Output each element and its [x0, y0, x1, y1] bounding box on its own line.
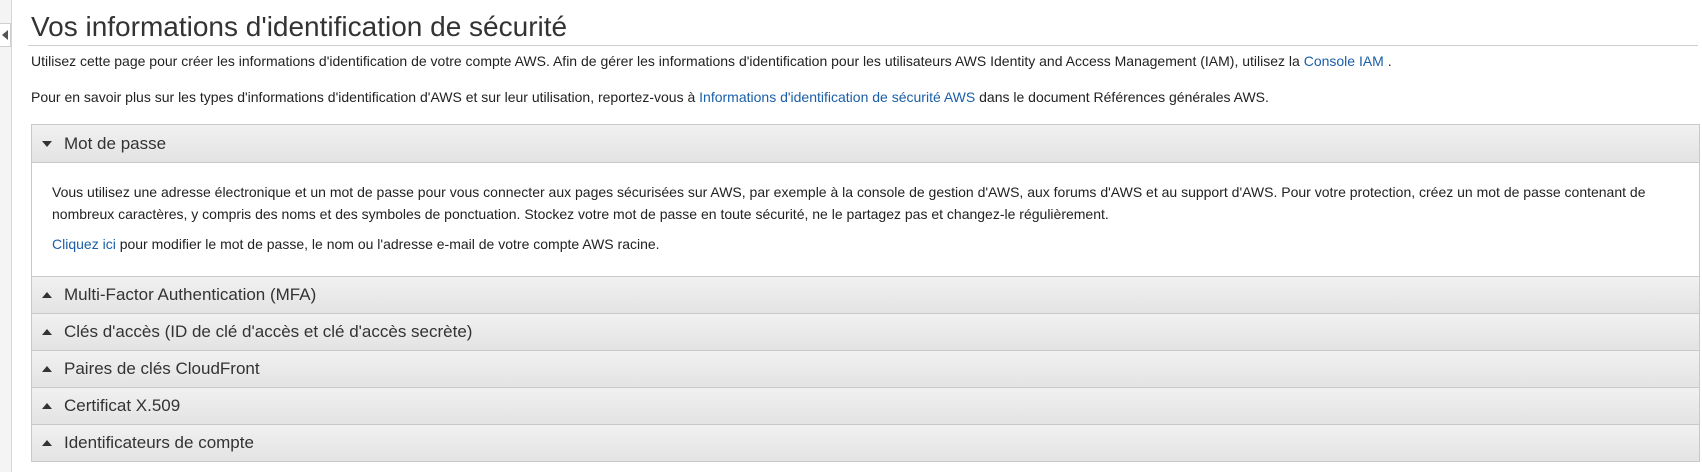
- section-label: Identificateurs de compte: [64, 433, 254, 452]
- password-change-text: pour modifier le mot de passe, le nom ou…: [115, 236, 660, 252]
- credentials-accordion: Mot de passe Vous utilisez une adresse é…: [31, 124, 1700, 462]
- console-iam-link[interactable]: Console IAM: [1304, 53, 1384, 69]
- caret-up-icon: [42, 437, 58, 449]
- section-header-password[interactable]: Mot de passe: [32, 125, 1699, 162]
- section-label: Mot de passe: [64, 133, 167, 153]
- section-header-x509[interactable]: Certificat X.509: [32, 387, 1699, 424]
- intro-2-text: Pour en savoir plus sur les types d'info…: [31, 89, 700, 105]
- section-header-access-keys[interactable]: Clés d'accès (ID de clé d'accès et clé d…: [32, 313, 1699, 350]
- section-label: Paires de clés CloudFront: [64, 359, 260, 378]
- intro-paragraph-1: Utilisez cette page pour créer les infor…: [31, 52, 1392, 70]
- section-label: Certificat X.509: [64, 396, 181, 415]
- caret-up-icon: [42, 363, 58, 375]
- section-label: Clés d'accès (ID de clé d'accès et clé d…: [64, 322, 473, 341]
- caret-up-icon: [42, 326, 58, 338]
- main-content: Vos informations d'identification de séc…: [28, 0, 1701, 462]
- section-body-password: Vous utilisez une adresse électronique e…: [32, 162, 1699, 276]
- intro-1-text: Utilisez cette page pour créer les infor…: [31, 53, 1304, 69]
- left-nav-strip: [0, 0, 12, 472]
- intro-paragraph-2: Pour en savoir plus sur les types d'info…: [31, 88, 1269, 106]
- caret-up-icon: [42, 289, 58, 301]
- intro-2-after: dans le document Références générales AW…: [975, 89, 1269, 105]
- section-header-account-ids[interactable]: Identificateurs de compte: [32, 424, 1699, 461]
- intro-1-after: .: [1383, 53, 1392, 69]
- page-title: Vos informations d'identification de séc…: [31, 11, 568, 42]
- collapse-sidebar-button[interactable]: [0, 23, 11, 47]
- caret-up-icon: [42, 400, 58, 412]
- security-credentials-link[interactable]: Informations d'identification de sécurit…: [699, 89, 975, 105]
- password-description: Vous utilisez une adresse électronique e…: [52, 184, 1646, 222]
- caret-down-icon: [42, 138, 58, 150]
- password-change-line: Cliquez ici pour modifier le mot de pass…: [52, 233, 1679, 255]
- triangle-left-icon: [2, 30, 8, 40]
- section-label: Multi-Factor Authentication (MFA): [64, 285, 317, 304]
- section-header-mfa[interactable]: Multi-Factor Authentication (MFA): [32, 276, 1699, 313]
- section-header-cloudfront[interactable]: Paires de clés CloudFront: [32, 350, 1699, 387]
- title-divider: [28, 45, 1698, 46]
- click-here-link[interactable]: Cliquez ici: [52, 236, 116, 252]
